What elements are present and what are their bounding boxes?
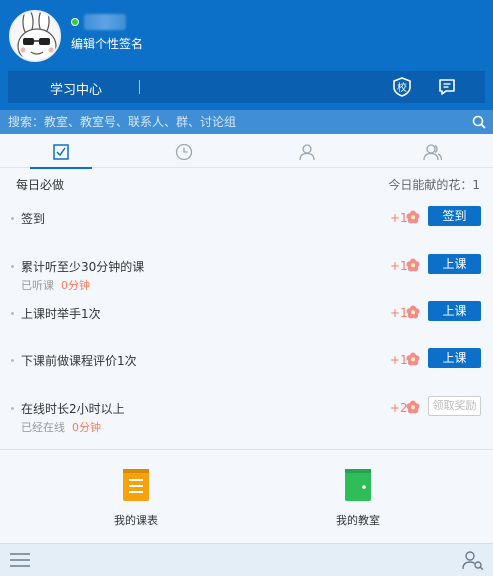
avatar[interactable] bbox=[9, 10, 61, 62]
task-name: 累计听至少30分钟的课 bbox=[21, 260, 145, 274]
clock-icon bbox=[175, 143, 193, 161]
my-schedule-shortcut[interactable]: 我的课表 bbox=[76, 468, 196, 530]
bullet-dot bbox=[11, 312, 14, 315]
school-badge-icon[interactable]: 校 bbox=[392, 77, 412, 97]
my-schedule-label: 我的课表 bbox=[114, 514, 158, 527]
message-icon[interactable] bbox=[437, 77, 457, 97]
tab-groups[interactable] bbox=[369, 134, 492, 168]
flower-icon bbox=[406, 258, 420, 272]
tab-recent[interactable] bbox=[123, 134, 246, 168]
schedule-book-icon bbox=[123, 469, 149, 501]
task-row: 在线时长2小时以上 已经在线 0分钟 +2 领取奖励 bbox=[0, 396, 493, 445]
bullet-dot bbox=[11, 265, 14, 268]
task-progress: 已听课 0分钟 bbox=[21, 279, 90, 292]
menu-icon[interactable] bbox=[9, 552, 31, 568]
username-redacted bbox=[84, 14, 126, 30]
my-classroom-shortcut[interactable]: 我的教室 bbox=[298, 468, 418, 530]
attend-class-button[interactable]: 上课 bbox=[428, 301, 481, 321]
app-window: 编辑个性签名 学习中心 校 搜索：教室、教室号、联系人、群、讨论组 每日必做 今… bbox=[0, 0, 493, 576]
bullet-dot bbox=[11, 359, 14, 362]
flower-icon bbox=[406, 352, 420, 366]
flower-icon bbox=[406, 305, 420, 319]
task-name: 在线时长2小时以上 bbox=[21, 402, 125, 416]
contacts-search-icon[interactable] bbox=[462, 550, 484, 570]
tab-bar bbox=[0, 134, 493, 169]
online-status-icon bbox=[71, 18, 79, 26]
contact-icon bbox=[299, 144, 315, 161]
search-icon[interactable] bbox=[472, 115, 486, 129]
nav-bar: 学习中心 校 bbox=[8, 71, 485, 103]
task-name: 签到 bbox=[21, 212, 46, 226]
group-icon bbox=[423, 144, 443, 161]
task-row: 签到 +1 签到 bbox=[0, 206, 493, 255]
edit-signature-link[interactable]: 编辑个性签名 bbox=[71, 35, 143, 52]
shortcuts-panel: 我的课表 我的教室 bbox=[0, 449, 493, 543]
flower-icon bbox=[406, 210, 420, 224]
bullet-dot bbox=[11, 407, 14, 410]
attend-class-button[interactable]: 上课 bbox=[428, 348, 481, 368]
tasks-checkbox-icon bbox=[53, 144, 69, 160]
rabbit-avatar-icon bbox=[11, 12, 59, 60]
search-input[interactable] bbox=[0, 110, 460, 134]
classroom-door-icon bbox=[345, 469, 371, 501]
daily-tasks-title: 每日必做 bbox=[16, 178, 65, 192]
bullet-dot bbox=[11, 217, 14, 220]
task-name: 下课前做课程评价1次 bbox=[21, 354, 137, 368]
footer-bar bbox=[0, 543, 493, 576]
task-row: 上课时举手1次 +1 上课 bbox=[0, 301, 493, 350]
flower-icon bbox=[406, 400, 420, 414]
search-bar bbox=[0, 110, 493, 134]
svg-text:校: 校 bbox=[397, 81, 407, 94]
daily-tasks-header: 每日必做 今日能献的花：1 bbox=[0, 168, 493, 196]
my-classroom-label: 我的教室 bbox=[336, 514, 380, 527]
tab-contacts[interactable] bbox=[246, 134, 369, 168]
task-progress: 已经在线 0分钟 bbox=[21, 421, 101, 434]
nav-divider bbox=[139, 80, 140, 94]
task-name: 上课时举手1次 bbox=[21, 307, 101, 321]
checkin-button[interactable]: 签到 bbox=[428, 206, 481, 226]
header: 编辑个性签名 学习中心 校 bbox=[0, 0, 493, 110]
task-row: 下课前做课程评价1次 +1 上课 bbox=[0, 348, 493, 397]
learning-center-tab[interactable]: 学习中心 bbox=[50, 79, 102, 98]
tab-tasks[interactable] bbox=[0, 134, 123, 169]
claim-reward-button[interactable]: 领取奖励 bbox=[428, 396, 481, 416]
attend-class-button[interactable]: 上课 bbox=[428, 254, 481, 274]
flowers-count: 今日能献的花：1 bbox=[388, 178, 480, 192]
task-row: 累计听至少30分钟的课 已听课 0分钟 +1 上课 bbox=[0, 254, 493, 303]
